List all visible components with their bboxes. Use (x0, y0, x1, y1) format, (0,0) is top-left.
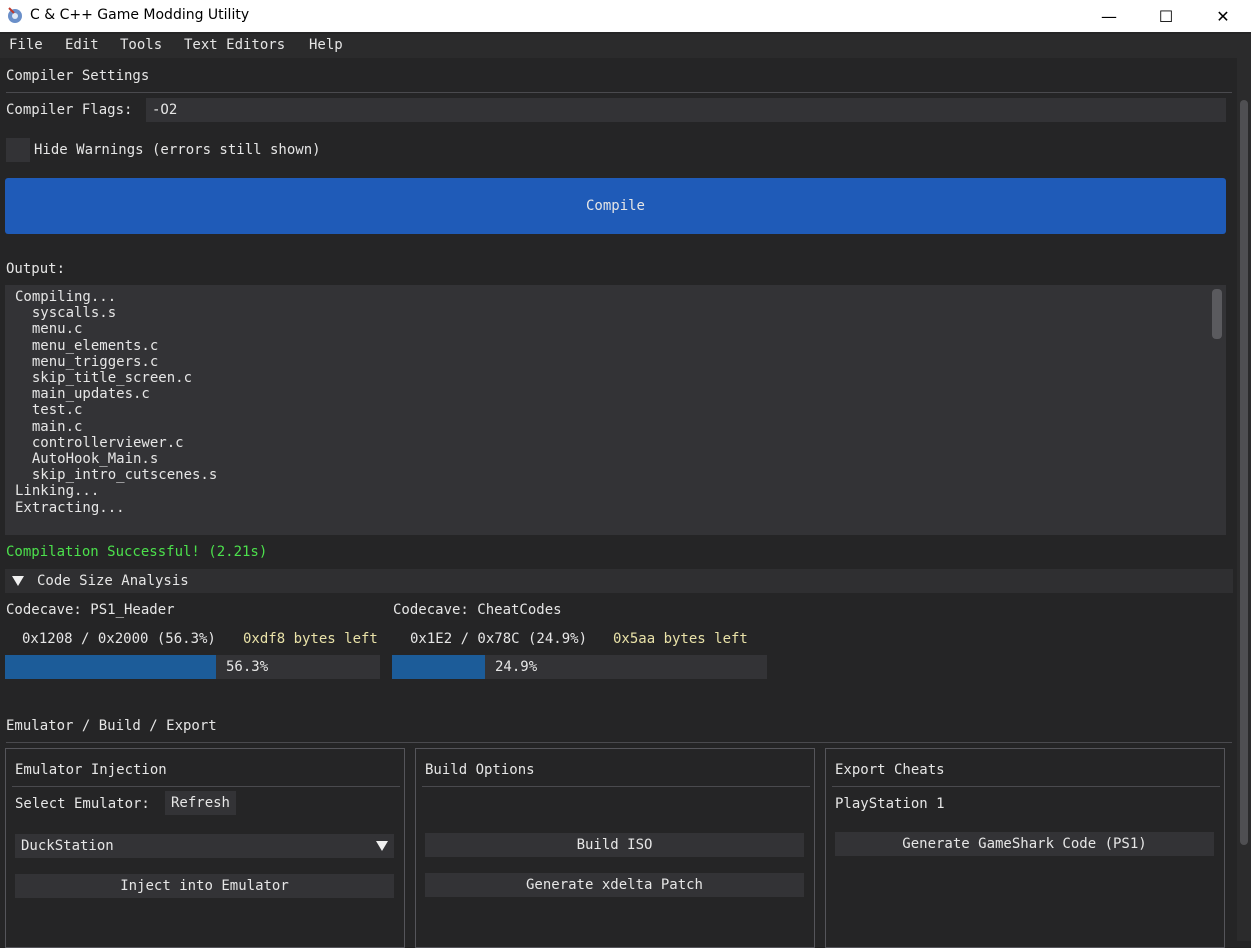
chevron-down-icon (376, 841, 388, 851)
output-line: menu.c (15, 321, 83, 338)
codecave-progress-bar: 24.9% (392, 655, 767, 679)
output-line: main.c (15, 418, 83, 435)
codecave-title: Codecave: CheatCodes (393, 602, 562, 618)
menu-help[interactable]: Help (309, 37, 343, 53)
compiler-settings-header: Compiler Settings (6, 68, 150, 84)
output-console[interactable]: Compiling... syscalls.s menu.c menu_elem… (5, 285, 1226, 535)
codecave-percent: 24.9% (495, 659, 538, 675)
menu-file[interactable]: File (9, 37, 43, 53)
code-size-collapsing-header[interactable]: Code Size Analysis (5, 569, 1233, 593)
compile-button-label: Compile (585, 198, 645, 214)
export-cheats-panel: Export Cheats PlayStation 1 Generate Gam… (825, 748, 1225, 948)
generate-xdelta-button[interactable]: Generate xdelta Patch (425, 873, 804, 897)
generate-gameshark-button-label: Generate GameShark Code (PS1) (902, 836, 1147, 852)
compile-button[interactable]: Compile (5, 178, 1226, 234)
emulator-injection-panel: Emulator Injection Select Emulator: Refr… (5, 748, 405, 948)
codecave-progress-fill (5, 655, 216, 679)
emulator-selected-value: DuckStation (21, 838, 114, 854)
window-title: C & C++ Game Modding Utility (30, 7, 250, 23)
compiler-flags-input[interactable]: -O2 (146, 98, 1226, 122)
menu-tools[interactable]: Tools (120, 37, 162, 53)
export-platform-label: PlayStation 1 (835, 796, 945, 812)
output-scrollbar-thumb[interactable] (1212, 289, 1222, 339)
build-iso-button[interactable]: Build ISO (425, 833, 804, 857)
output-line: Linking... (15, 483, 100, 500)
output-line: test.c (15, 402, 83, 419)
minimize-icon: — (1101, 6, 1117, 26)
emulator-select[interactable]: DuckStation (15, 834, 394, 858)
app-icon (8, 7, 22, 23)
separator (6, 92, 1232, 93)
hide-warnings-label: Hide Warnings (errors still shown) (34, 142, 321, 158)
hide-warnings-checkbox[interactable] (6, 138, 30, 162)
output-line: syscalls.s (15, 305, 117, 322)
maximize-button[interactable]: ☐ (1137, 0, 1195, 32)
codecave-usage: 0x1E2 / 0x78C (24.9%) (410, 631, 588, 647)
separator (422, 786, 810, 787)
code-size-header: Code Size Analysis (37, 573, 189, 589)
menu-text-editors[interactable]: Text Editors (184, 37, 285, 53)
main-scrollbar[interactable] (1237, 58, 1251, 941)
generate-xdelta-button-label: Generate xdelta Patch (525, 877, 703, 893)
menu-edit[interactable]: Edit (65, 37, 99, 53)
emu-build-export-header: Emulator / Build / Export (6, 718, 217, 734)
build-options-panel: Build Options Build ISO Generate xdelta … (415, 748, 815, 948)
inject-button[interactable]: Inject into Emulator (15, 874, 394, 898)
separator (6, 742, 1232, 743)
output-line: menu_triggers.c (15, 353, 159, 370)
output-line: Compiling... (15, 289, 117, 305)
refresh-button-label: Refresh (170, 795, 230, 811)
output-line: Extracting... (15, 499, 125, 516)
output-line: skip_title_screen.c (15, 370, 193, 386)
build-iso-button-label: Build ISO (576, 837, 653, 853)
compiler-flags-label: Compiler Flags: (6, 102, 133, 118)
codecave-title: Codecave: PS1_Header (6, 602, 175, 618)
panel-title: Build Options (425, 762, 535, 778)
panel-title: Emulator Injection (15, 762, 167, 778)
maximize-icon: ☐ (1158, 6, 1174, 26)
inject-button-label: Inject into Emulator (120, 878, 289, 894)
codecave-usage: 0x1208 / 0x2000 (56.3%) (22, 631, 216, 647)
close-icon: ✕ (1216, 6, 1230, 26)
select-emulator-label: Select Emulator: (15, 796, 150, 812)
close-button[interactable]: ✕ (1194, 0, 1251, 32)
main-scrollbar-thumb[interactable] (1240, 100, 1248, 845)
compile-status: Compilation Successful! (2.21s) (6, 544, 268, 560)
codecave-percent: 56.3% (226, 659, 269, 675)
output-label: Output: (6, 261, 66, 277)
output-line: main_updates.c (15, 386, 150, 403)
minimize-button[interactable]: — (1080, 0, 1138, 32)
separator (832, 786, 1220, 787)
output-line: AutoHook_Main.s (15, 451, 159, 467)
separator (12, 786, 400, 787)
output-line: menu_elements.c (15, 337, 159, 354)
codecave-progress-fill (392, 655, 485, 679)
panel-title: Export Cheats (835, 762, 945, 778)
window-title-bar[interactable]: C & C++ Game Modding Utility — ☐ ✕ (0, 0, 1251, 32)
refresh-button[interactable]: Refresh (165, 791, 236, 815)
codecave-bytes-left: 0x5aa bytes left (613, 631, 748, 647)
triangle-down-icon (12, 576, 24, 586)
menu-bar: File Edit Tools Text Editors Help (0, 34, 1251, 58)
codecave-bytes-left: 0xdf8 bytes left (243, 631, 378, 647)
codecave-progress-bar: 56.3% (5, 655, 380, 679)
output-line: skip_intro_cutscenes.s (15, 467, 218, 484)
generate-gameshark-button[interactable]: Generate GameShark Code (PS1) (835, 832, 1214, 856)
compiler-flags-value: -O2 (152, 102, 178, 118)
output-line: controllerviewer.c (15, 434, 184, 451)
